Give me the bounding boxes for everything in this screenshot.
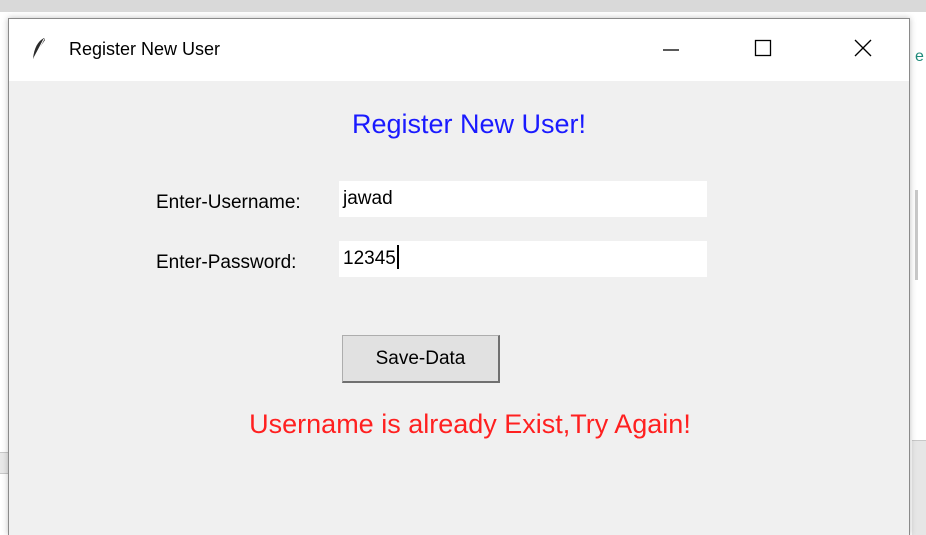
save-data-label: Save-Data [375,347,466,369]
desktop: e Register New User Register New User! E… [0,0,926,535]
username-value: jawad [343,188,393,209]
background-window-text: e [915,48,924,65]
password-label: Enter-Password: [156,252,297,273]
text-caret [396,244,399,269]
minimize-icon [661,38,681,63]
save-data-button[interactable]: Save-Data [342,335,500,383]
form-heading: Register New User! [351,109,587,139]
register-window: Register New User Register New User! Ent… [8,18,910,535]
background-window-panel [912,440,926,535]
title-bar[interactable]: Register New User [9,19,909,81]
username-input[interactable]: jawad [339,181,707,217]
close-button[interactable] [817,19,909,81]
background-window-topbar [0,0,926,12]
password-input[interactable]: 12345 [339,241,707,277]
maximize-icon [753,38,773,63]
feather-icon [31,37,47,61]
minimize-button[interactable] [625,19,717,81]
username-label: Enter-Username: [156,192,301,213]
close-icon [853,38,873,63]
maximize-button[interactable] [717,19,809,81]
error-message: Username is already Exist,Try Again! [249,409,691,439]
password-value: 12345 [343,248,396,269]
background-window-left-edge [0,12,8,535]
background-scrollbar-thumb[interactable] [915,190,918,280]
window-title: Register New User [69,39,221,59]
background-window-divider [0,452,8,474]
